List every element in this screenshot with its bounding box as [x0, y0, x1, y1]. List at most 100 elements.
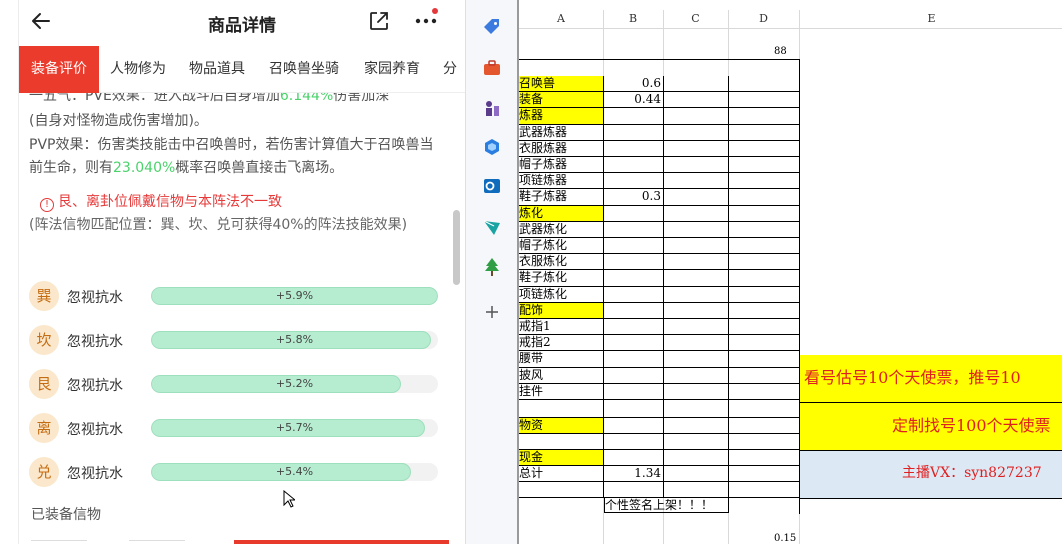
- cell-b[interactable]: [604, 319, 664, 336]
- cell-c[interactable]: [664, 254, 729, 271]
- tab-character-cultivation[interactable]: 人物修为: [110, 46, 166, 93]
- cell-c[interactable]: [664, 319, 729, 336]
- cell-c[interactable]: [664, 383, 729, 400]
- cell-d[interactable]: [729, 254, 800, 271]
- cell-a[interactable]: [519, 400, 604, 418]
- cell-b[interactable]: [604, 124, 664, 141]
- cell-b[interactable]: [604, 335, 664, 352]
- cell-b[interactable]: [604, 173, 664, 190]
- cell-d[interactable]: [729, 173, 800, 190]
- cell-c[interactable]: [664, 286, 729, 303]
- cell-a[interactable]: [519, 482, 604, 498]
- cell-a[interactable]: 项链炼器: [519, 173, 604, 190]
- cell-c[interactable]: [664, 400, 729, 418]
- signature-cell[interactable]: 个性签名上架！！！: [604, 497, 729, 513]
- cell-b[interactable]: [604, 286, 664, 303]
- tab-items[interactable]: 物品道具: [189, 46, 245, 93]
- cell-b[interactable]: [604, 400, 664, 418]
- cell-c[interactable]: [664, 221, 729, 238]
- cell-d-bottom[interactable]: 0.15: [774, 533, 796, 544]
- cell-d[interactable]: [729, 108, 800, 125]
- cell-a[interactable]: 衣服炼器: [519, 140, 604, 157]
- cell-c[interactable]: [664, 466, 729, 482]
- cell-b[interactable]: 0.6: [604, 76, 664, 93]
- cell-b[interactable]: 1.34: [604, 466, 664, 482]
- cell-c[interactable]: [664, 173, 729, 190]
- cell-d[interactable]: [729, 124, 800, 141]
- tab-home[interactable]: 家园养育: [364, 46, 420, 93]
- cell-c[interactable]: [664, 189, 729, 206]
- cell-d[interactable]: [729, 482, 800, 498]
- cell-a[interactable]: 炼器: [519, 108, 604, 125]
- cell-b[interactable]: [604, 221, 664, 238]
- cell-c[interactable]: [664, 205, 729, 222]
- cell-a[interactable]: 戒指1: [519, 319, 604, 336]
- cell-b[interactable]: 0.3: [604, 189, 664, 206]
- cell-d[interactable]: [729, 434, 800, 450]
- scrollbar-thumb[interactable]: [453, 210, 460, 285]
- cell-d[interactable]: [729, 383, 800, 400]
- cell-d[interactable]: [729, 466, 800, 482]
- cell-d[interactable]: [729, 450, 800, 466]
- cell-a[interactable]: 披风: [519, 367, 604, 384]
- cell-a[interactable]: 腰带: [519, 351, 604, 368]
- cell-d[interactable]: [729, 140, 800, 157]
- cell-c[interactable]: [664, 270, 729, 287]
- cell-d[interactable]: [729, 302, 800, 319]
- cell-c[interactable]: [664, 157, 729, 174]
- cell-d[interactable]: [729, 335, 800, 352]
- tab-more[interactable]: 分: [443, 46, 457, 93]
- cell-b[interactable]: [604, 482, 664, 498]
- cell-c[interactable]: [664, 238, 729, 255]
- tab-equipment-review[interactable]: 装备评价: [19, 46, 99, 93]
- cell-d[interactable]: [729, 189, 800, 206]
- cell-d[interactable]: [729, 270, 800, 287]
- tab-summons-mounts[interactable]: 召唤兽坐骑: [269, 46, 339, 93]
- briefcase-icon[interactable]: [482, 58, 502, 78]
- cell-b[interactable]: [604, 302, 664, 319]
- cell-c[interactable]: [664, 367, 729, 384]
- share-icon[interactable]: [368, 10, 390, 32]
- cell-c[interactable]: [664, 418, 729, 434]
- cell-c[interactable]: [664, 108, 729, 125]
- cell-b[interactable]: [604, 383, 664, 400]
- cell-a[interactable]: 鞋子炼化: [519, 270, 604, 287]
- cell-d-total[interactable]: 88: [774, 46, 787, 57]
- cell-b[interactable]: [604, 238, 664, 255]
- cell-a[interactable]: 召唤兽: [519, 76, 604, 93]
- cell-b[interactable]: [604, 351, 664, 368]
- cell-b[interactable]: [604, 157, 664, 174]
- promo-cell-2[interactable]: 定制找号100个天使票: [800, 403, 1062, 451]
- cell-c[interactable]: [664, 482, 729, 498]
- cell-d[interactable]: [729, 367, 800, 384]
- cell-c[interactable]: [664, 92, 729, 109]
- cell-a[interactable]: 配饰: [519, 302, 604, 319]
- add-icon[interactable]: [482, 302, 502, 322]
- cell-c[interactable]: [664, 351, 729, 368]
- cell-d[interactable]: [729, 205, 800, 222]
- cell-b[interactable]: 0.44: [604, 92, 664, 109]
- cell-a[interactable]: 项链炼化: [519, 286, 604, 303]
- cell-b[interactable]: [604, 367, 664, 384]
- cell-a[interactable]: 帽子炼器: [519, 157, 604, 174]
- cell-b[interactable]: [604, 254, 664, 271]
- promo-cell-3[interactable]: 主播VX：syn827237: [800, 451, 1062, 499]
- cell-c[interactable]: [664, 434, 729, 450]
- cell-b[interactable]: [604, 450, 664, 466]
- cell-d[interactable]: [729, 238, 800, 255]
- cell-b[interactable]: [604, 108, 664, 125]
- outlook-icon[interactable]: [482, 176, 502, 196]
- bottom-action-bar[interactable]: [234, 540, 449, 544]
- cell-c[interactable]: [664, 76, 729, 93]
- chess-pieces-icon[interactable]: [482, 98, 502, 118]
- cell-d[interactable]: [729, 286, 800, 303]
- cell-c[interactable]: [664, 450, 729, 466]
- cell-b[interactable]: [604, 434, 664, 450]
- cell-b[interactable]: [604, 140, 664, 157]
- cell-c[interactable]: [664, 335, 729, 352]
- cell-a[interactable]: 现金: [519, 450, 604, 466]
- cell-a[interactable]: 挂件: [519, 383, 604, 400]
- cell-b[interactable]: [604, 205, 664, 222]
- cell-a[interactable]: 物资: [519, 418, 604, 434]
- cell-a[interactable]: 炼化: [519, 205, 604, 222]
